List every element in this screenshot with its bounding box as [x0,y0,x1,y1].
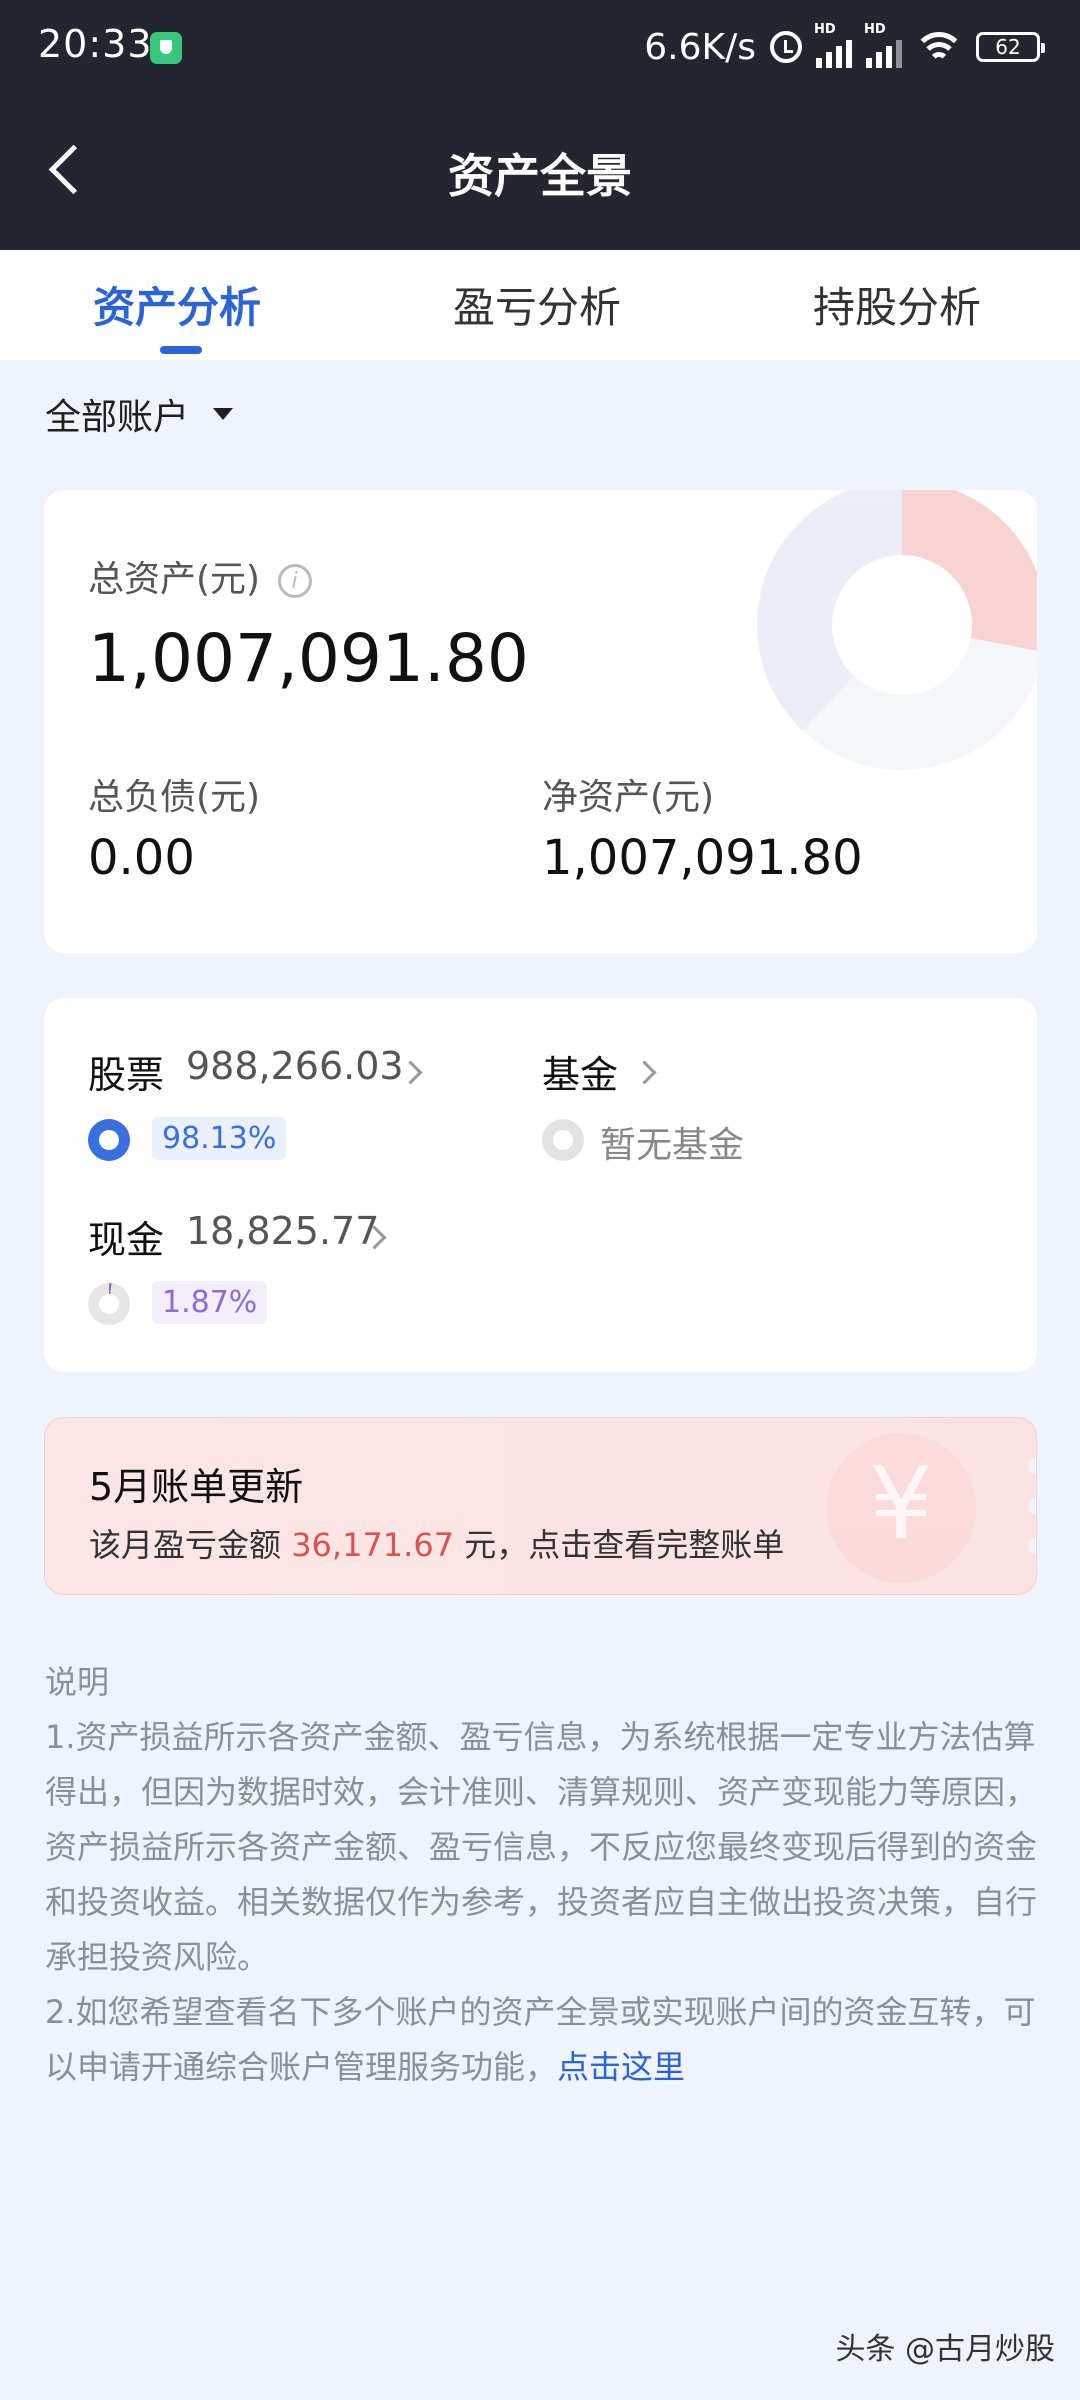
disclaimer-item-2: 2.如您希望查看名下多个账户的资产全景或实现账户间的资金互转，可以申请开通综合账… [45,1985,1040,2095]
fund-empty-text: 暂无基金 [600,1125,745,1166]
cash-label[interactable]: 现金 [88,1209,164,1264]
stock-percent-badge: 98.13% [152,1117,287,1160]
yen-icon: ¥ [826,1433,976,1583]
liabilities-label: 总负债(元) [88,777,261,818]
shield-icon [150,32,182,64]
total-assets-label-row: 总资产(元) i [88,550,312,602]
bill-text-prefix: 该月盈亏金额 [89,1526,292,1564]
caret-down-icon [213,408,234,420]
status-time: 20:33 [38,22,153,66]
tab-holding-analysis[interactable]: 持股分析 [813,274,981,335]
monthly-bill-banner[interactable]: ¥ 5月账单更新 该月盈亏金额 36,171.67 元，点击查看完整账单 [44,1417,1037,1595]
stock-label[interactable]: 股票 [88,1044,164,1099]
disclaimer-item-2-text: 2.如您希望查看名下多个账户的资产全景或实现账户间的资金互转，可以申请开通综合账… [45,1993,1036,2086]
ticket-notch [1028,1498,1036,1514]
alarm-icon [770,31,802,63]
page-title: 资产全景 [448,149,632,203]
disclaimer-heading: 说明 [45,1663,110,1701]
wifi-icon [916,30,962,64]
tab-asset-analysis[interactable]: 资产分析 [93,274,261,335]
disclaimer-section: 说明 1.资产损益所示各资产金额、盈亏信息，为系统根据一定专业方法估算得出，但因… [45,1655,1040,2095]
ticket-notch [1028,1538,1036,1554]
cash-percent-badge: 1.87% [152,1281,268,1324]
bill-amount: 36,171.67 [291,1526,455,1564]
fund-label[interactable]: 基金 [542,1044,618,1099]
click-here-link[interactable]: 点击这里 [557,2048,685,2086]
cash-ring-icon [88,1283,130,1325]
signal-hd-label: HD [814,22,836,37]
stock-amount[interactable]: 988,266.03 [186,1044,404,1088]
info-icon[interactable]: i [277,564,312,598]
net-speed: 6.6K/s [644,26,756,68]
account-selector-label: 全部账户 [45,397,190,438]
top-bar: 20:33 6.6K/s HD HD 62 资产全景 [0,0,1080,250]
total-assets-label: 总资产(元) [88,559,261,600]
signal-icon: HD [814,22,852,68]
donut-chart-decoration-icon [757,490,1037,770]
status-icons: 6.6K/s HD HD 62 [644,22,1045,72]
active-tab-indicator [160,346,202,354]
ticket-notch [1028,1458,1036,1474]
fund-ring-icon [542,1119,584,1161]
bill-title: 5月账单更新 [89,1465,304,1509]
account-selector[interactable]: 全部账户 [45,388,234,440]
total-assets-value: 1,007,091.80 [88,620,529,697]
liabilities-value: 0.00 [88,830,195,886]
net-assets-value: 1,007,091.80 [542,830,863,886]
asset-allocation-card: 股票 988,266.03 98.13% 基金 暂无基金 现金 18,825.7… [44,998,1037,1372]
disclaimer-item-1: 1.资产损益所示各资产金额、盈亏信息，为系统根据一定专业方法估算得出，但因为数据… [45,1718,1038,1976]
signal-hd-label: HD [864,22,886,37]
asset-summary-card: 总资产(元) i 1,007,091.80 总负债(元) 0.00 净资产(元)… [44,490,1037,953]
tab-bar: 资产分析 盈亏分析 持股分析 [0,250,1080,360]
chevron-right-icon[interactable] [632,1060,657,1085]
stock-ring-icon [88,1119,130,1161]
bill-description: 该月盈亏金额 36,171.67 元，点击查看完整账单 [89,1520,784,1566]
signal-icon: HD [864,22,902,68]
net-assets-label: 净资产(元) [542,777,715,818]
battery-icon: 62 [976,32,1045,62]
tab-pnl-analysis[interactable]: 盈亏分析 [453,274,621,335]
cash-amount[interactable]: 18,825.77 [186,1209,379,1253]
watermark: 头条 @古月炒股 [835,2332,1055,2367]
bill-text-suffix: 元，点击查看完整账单 [454,1526,785,1564]
